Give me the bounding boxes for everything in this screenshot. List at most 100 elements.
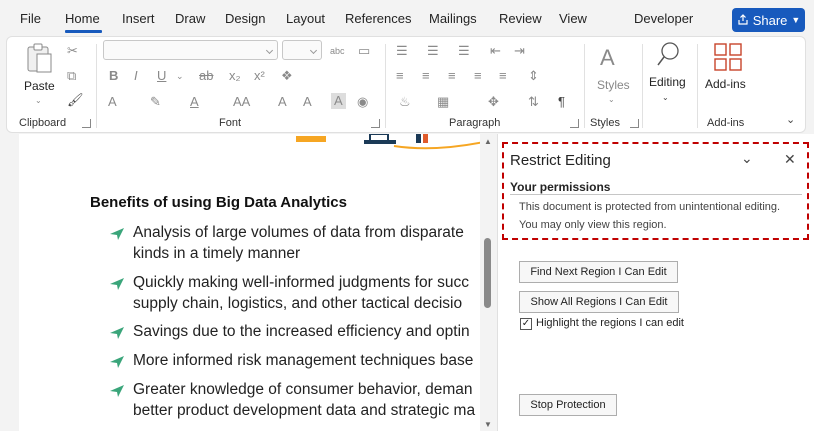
bullet-text: Quickly making well-informed judgments f… (133, 274, 469, 291)
tab-insert[interactable]: Insert (122, 11, 155, 26)
styles-big-label: Styles (597, 78, 630, 92)
subscript-icon[interactable]: x₂ (229, 69, 241, 83)
increase-indent-icon[interactable]: ⇥ (514, 44, 525, 58)
tab-layout[interactable]: Layout (286, 11, 325, 26)
find-next-region-label: Find Next Region I Can Edit (530, 266, 667, 278)
tab-design[interactable]: Design (225, 11, 265, 26)
diagram-fragment (296, 134, 480, 150)
chevron-down-icon: ▼ (791, 15, 801, 25)
clear-formatting-icon[interactable]: ▭ (358, 44, 370, 58)
bullets-icon[interactable]: ☰ (396, 44, 408, 58)
tab-review[interactable]: Review (499, 11, 542, 26)
enclose-char-icon[interactable]: ◉ (357, 95, 368, 109)
search-icon (657, 42, 679, 66)
scroll-thumb[interactable] (484, 238, 491, 308)
chevron-down-icon: ⌄ (35, 96, 42, 105)
chevron-down-icon: ⌄ (662, 93, 669, 102)
clipboard-group-label: Clipboard (19, 117, 67, 129)
copy-icon[interactable]: ⧉ (67, 69, 76, 83)
highlight-icon[interactable]: ✎ (150, 95, 161, 109)
asian-layout-icon[interactable]: ✥ (488, 95, 499, 109)
share-button[interactable]: Share ▼ (732, 8, 805, 32)
bullet-text: More informed risk management techniques… (133, 352, 474, 369)
justify-icon[interactable]: ≡ (474, 69, 482, 83)
stop-protection-button[interactable]: Stop Protection (519, 394, 617, 416)
font-name-combo[interactable] (103, 40, 278, 60)
tab-view[interactable]: View (559, 11, 587, 26)
paste-button[interactable]: Paste ⌄ (22, 42, 58, 106)
line-spacing-icon[interactable]: ⇕ (528, 69, 539, 83)
cut-icon[interactable]: ✂ (67, 44, 78, 58)
find-next-region-button[interactable]: Find Next Region I Can Edit (519, 261, 678, 283)
styles-icon: A (600, 45, 615, 70)
show-marks-icon[interactable]: ¶ (558, 95, 565, 109)
styles-group-label: Styles (590, 117, 620, 129)
italic-icon[interactable]: I (134, 69, 138, 83)
grow-font-icon[interactable]: A (278, 95, 287, 109)
bullet-text: Greater knowledge of consumer behavior, … (133, 381, 473, 398)
bullet-arrow-icon (110, 228, 124, 240)
tab-file[interactable]: File (20, 11, 41, 26)
paste-label: Paste (24, 79, 55, 93)
styles-launcher-icon[interactable] (630, 119, 639, 128)
addins-group-label: Add-ins (707, 117, 745, 129)
active-tab-indicator (65, 30, 102, 33)
bullet-text: supply chain, logistics, and other tacti… (133, 295, 463, 312)
text-effects-icon[interactable]: ❖ (281, 69, 293, 83)
share-label: Share (752, 12, 788, 28)
ribbon-collapse-icon[interactable]: ⌄ (786, 113, 795, 127)
align-left-icon[interactable]: ≡ (396, 69, 404, 83)
bullet-arrow-icon (110, 327, 124, 339)
align-right-icon[interactable]: ≡ (448, 69, 456, 83)
highlight-regions-checkbox[interactable]: ✓ (520, 318, 532, 330)
highlight-regions-label: Highlight the regions I can edit (536, 317, 684, 329)
distributed-icon[interactable]: ≡ (499, 69, 507, 83)
show-all-regions-button[interactable]: Show All Regions I Can Edit (519, 291, 679, 313)
styles-button[interactable]: A Styles ⌄ (592, 42, 634, 106)
scroll-down-icon[interactable]: ▼ (483, 420, 493, 430)
text-effects-a-icon[interactable]: A (108, 95, 117, 109)
decrease-indent-icon[interactable]: ⇤ (490, 44, 501, 58)
font-size-icon[interactable]: AA (233, 95, 250, 109)
bold-icon[interactable]: B (109, 69, 118, 83)
change-case-icon[interactable]: abc (330, 44, 345, 58)
char-shading-icon[interactable]: A (331, 93, 346, 109)
multilevel-list-icon[interactable]: ☰ (458, 44, 470, 58)
font-color-icon[interactable]: A (190, 95, 199, 109)
show-all-regions-label: Show All Regions I Can Edit (530, 296, 668, 308)
numbering-icon[interactable]: ☰ (427, 44, 439, 58)
clipboard-launcher-icon[interactable] (82, 119, 91, 128)
sort-icon[interactable]: ⇅ (528, 95, 539, 109)
group-divider (96, 44, 97, 128)
font-size-combo[interactable] (282, 40, 322, 60)
addins-label: Add-ins (705, 77, 746, 91)
stop-protection-label: Stop Protection (530, 399, 606, 411)
addins-icon (714, 43, 742, 71)
chevron-down-icon[interactable]: ⌄ (176, 69, 184, 83)
shrink-font-icon[interactable]: A (303, 95, 312, 109)
tab-mailings[interactable]: Mailings (429, 11, 477, 26)
borders-icon[interactable]: ▦ (437, 95, 449, 109)
paragraph-launcher-icon[interactable] (570, 119, 579, 128)
underline-icon[interactable]: U (157, 69, 166, 83)
bullet-arrow-icon (110, 356, 124, 368)
align-center-icon[interactable]: ≡ (422, 69, 430, 83)
strikethrough-icon[interactable]: ab (199, 69, 213, 83)
tab-draw[interactable]: Draw (175, 11, 205, 26)
tab-references[interactable]: References (345, 11, 411, 26)
addins-button[interactable]: Add-ins (705, 42, 751, 102)
clipboard-icon (27, 43, 52, 73)
bullet-text: kinds in a timely manner (133, 245, 301, 262)
superscript-icon[interactable]: x² (254, 69, 265, 83)
format-painter-icon[interactable]: 🖌 (67, 93, 84, 107)
scroll-up-icon[interactable]: ▲ (483, 137, 493, 147)
font-launcher-icon[interactable] (371, 119, 380, 128)
permissions-text: You may only view this region. (519, 219, 667, 231)
editing-button[interactable]: Editing ⌄ (648, 40, 690, 106)
tab-developer[interactable]: Developer (634, 11, 693, 26)
bullet-arrow-icon (110, 278, 124, 290)
tab-home[interactable]: Home (65, 11, 100, 26)
shading-icon[interactable]: ♨ (399, 95, 411, 109)
group-divider (584, 44, 585, 128)
document-heading: Benefits of using Big Data Analytics (90, 194, 347, 211)
